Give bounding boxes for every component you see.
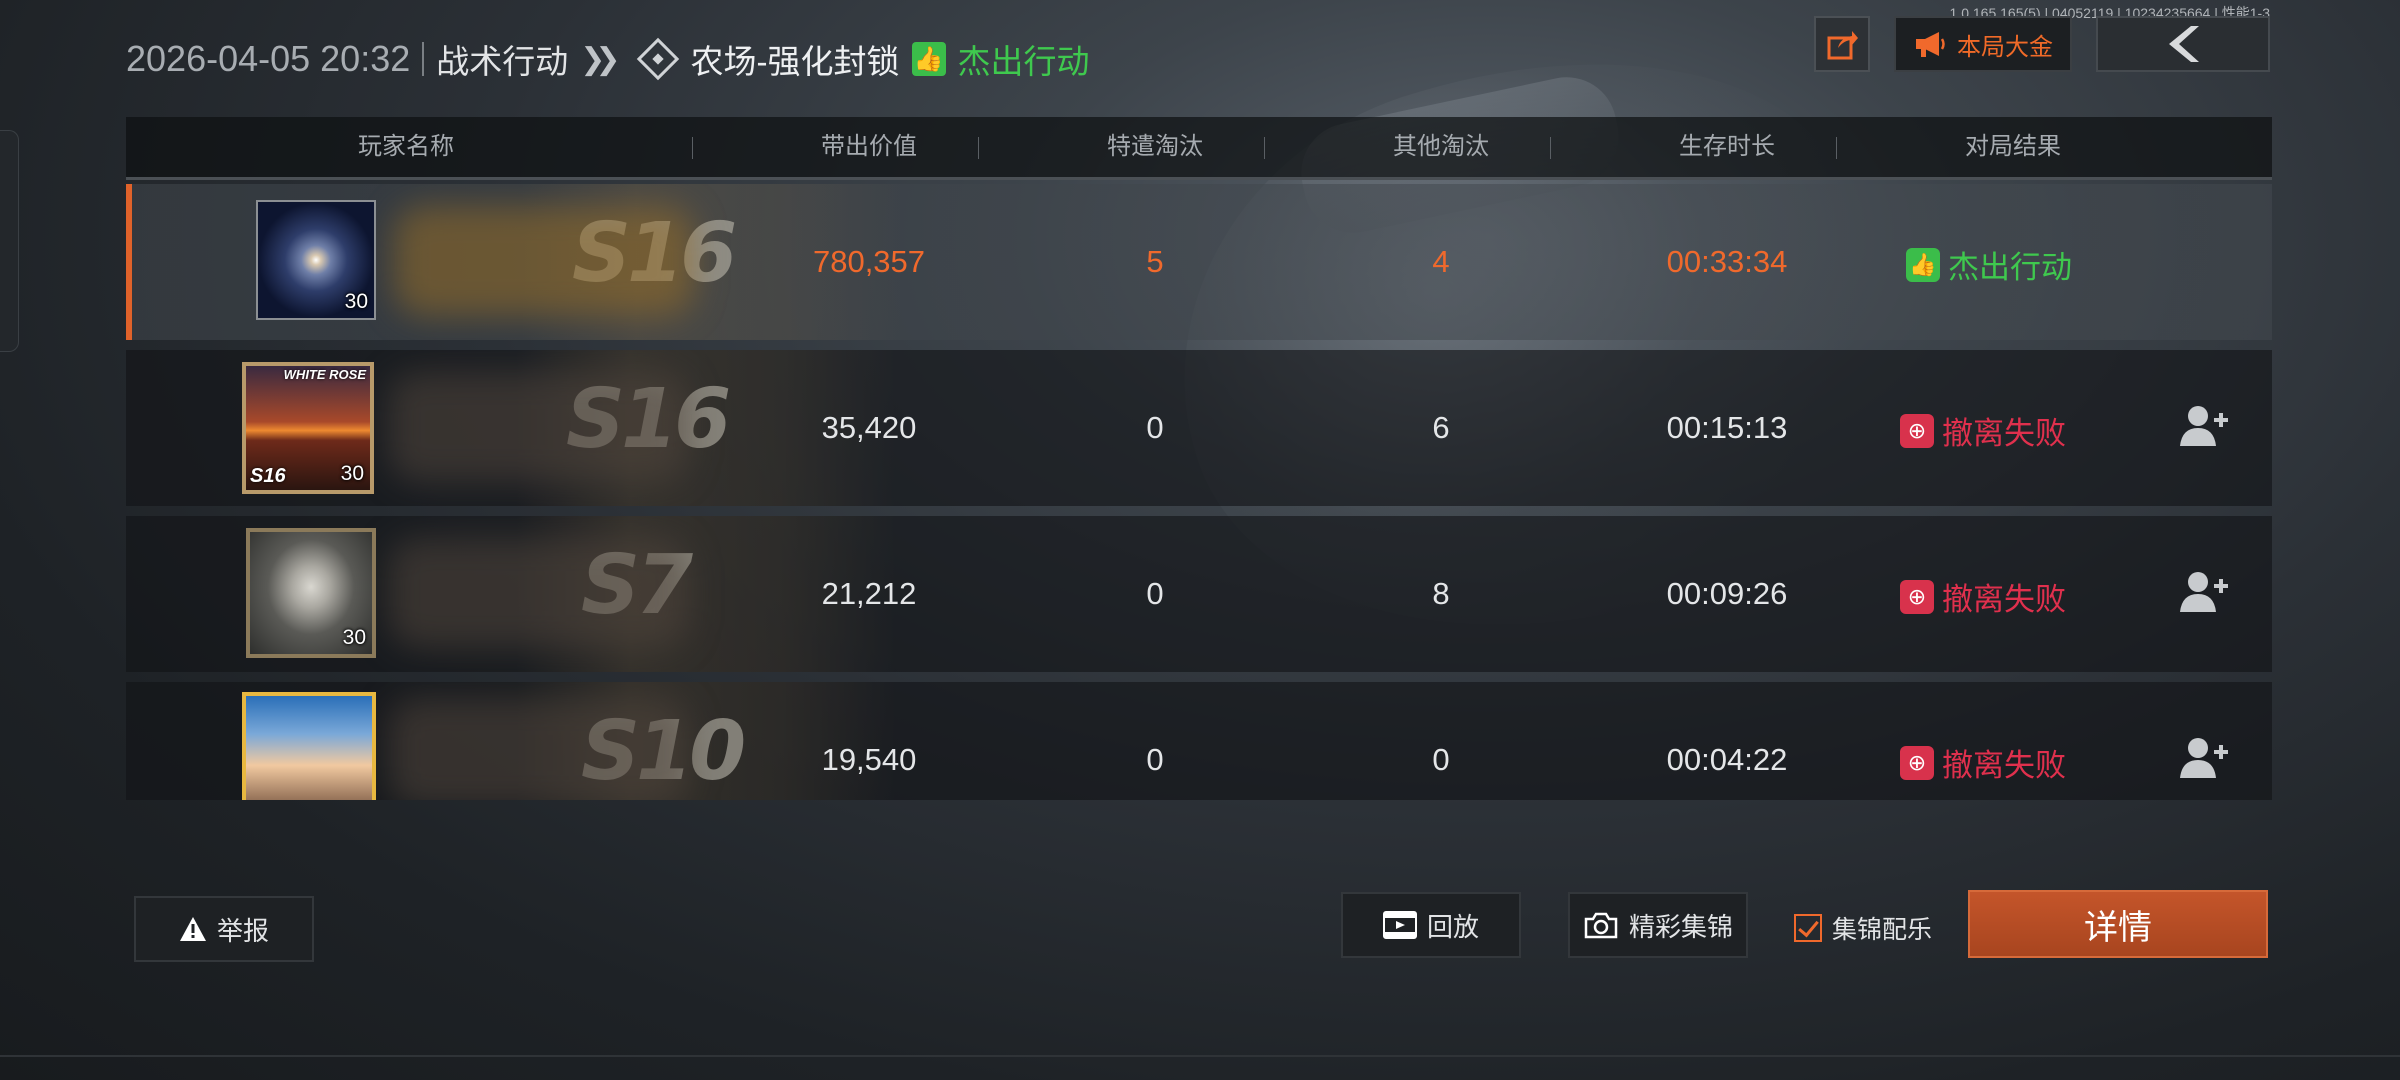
column-header-value: 带出价值 xyxy=(821,133,917,160)
row-result-label: 撤离失败 xyxy=(1942,416,2066,451)
row-result-label: 杰出行动 xyxy=(1948,250,2072,285)
replay-button[interactable]: 回放 xyxy=(1341,892,1521,958)
match-gold-button[interactable]: 本局大金 xyxy=(1894,16,2072,72)
match-result: 杰出行动 xyxy=(957,43,1090,80)
column-header-result: 对局结果 xyxy=(1965,133,2061,160)
column-divider xyxy=(1836,137,1837,159)
player-name-blurred xyxy=(388,698,688,800)
avatar[interactable]: 30 xyxy=(246,528,376,658)
map-diamond-icon xyxy=(636,37,679,81)
match-datetime: 2026-04-05 20:32 xyxy=(126,38,411,79)
row-result: ⊕ 撤离失败 xyxy=(1900,408,2066,453)
table-row[interactable]: S16 30 780,357 5 4 00:33:34 👍 杰出行动 xyxy=(126,184,2272,340)
avatar[interactable] xyxy=(242,692,376,800)
column-divider xyxy=(1264,137,1265,159)
highlights-button[interactable]: 精彩集锦 xyxy=(1568,892,1748,958)
column-header-player: 玩家名称 xyxy=(358,133,454,160)
player-level: 30 xyxy=(342,626,366,649)
bgm-label: 集锦配乐 xyxy=(1832,916,1933,944)
special-kills: 0 xyxy=(1146,742,1164,777)
table-row[interactable]: S7 30 21,212 0 8 00:09:26 ⊕ 撤离失败 xyxy=(126,516,2272,672)
thumbs-up-icon: 👍 xyxy=(1906,247,1940,282)
other-kills: 6 xyxy=(1432,410,1450,445)
special-kills: 0 xyxy=(1146,576,1164,611)
survival-time: 00:15:13 xyxy=(1666,410,1788,445)
row-result: ⊕ 撤离失败 xyxy=(1900,740,2066,785)
column-divider xyxy=(1550,137,1551,159)
special-kills: 5 xyxy=(1146,244,1164,279)
other-kills: 0 xyxy=(1432,742,1450,777)
avatar-season-tag: S16 xyxy=(250,465,286,487)
player-level: 30 xyxy=(340,462,364,485)
extracted-value: 780,357 xyxy=(812,244,926,279)
add-friend-icon[interactable] xyxy=(2176,400,2230,454)
share-button[interactable] xyxy=(1814,16,1870,72)
match-gold-label: 本局大金 xyxy=(1957,33,2053,61)
survival-time: 00:09:26 xyxy=(1666,576,1788,611)
other-kills: 8 xyxy=(1432,576,1450,611)
camera-icon xyxy=(1584,912,1618,939)
avatar[interactable]: WHITE ROSE S16 30 xyxy=(242,362,374,494)
add-friend-icon[interactable] xyxy=(2176,566,2230,620)
extracted-value: 21,212 xyxy=(821,576,917,611)
avatar[interactable]: 30 xyxy=(256,200,376,320)
extracted-value: 35,420 xyxy=(821,410,917,445)
survival-time: 00:33:34 xyxy=(1666,244,1788,279)
bgm-checkbox[interactable] xyxy=(1794,914,1822,942)
column-header-other-kills: 其他淘汰 xyxy=(1393,133,1489,160)
table-header: 玩家名称 带出价值 特遣淘汰 其他淘汰 生存时长 对局结果 xyxy=(126,117,2272,180)
report-label: 举报 xyxy=(216,915,269,946)
row-result-label: 撤离失败 xyxy=(1942,748,2066,783)
replay-label: 回放 xyxy=(1426,911,1479,942)
column-header-special-kills: 特遣淘汰 xyxy=(1107,133,1203,160)
column-divider xyxy=(978,137,979,159)
survival-time: 00:04:22 xyxy=(1666,742,1788,777)
report-button[interactable]: 举报 xyxy=(134,896,314,962)
side-drawer-handle[interactable] xyxy=(0,130,19,352)
row-result-label: 撤离失败 xyxy=(1942,582,2066,617)
details-button[interactable]: 详情 xyxy=(1968,890,2268,958)
share-icon xyxy=(1827,31,1858,60)
map-name: 农场-强化封锁 xyxy=(690,43,900,80)
warning-icon xyxy=(179,917,206,941)
extract-fail-icon: ⊕ xyxy=(1900,579,1934,614)
match-header: 2026-04-05 20:32 战术行动 ❯❯ 农场-强化封锁 👍 杰出行动 xyxy=(126,34,1090,84)
player-name-blurred xyxy=(394,206,694,316)
chevron-right-icon: ❯❯ xyxy=(580,42,620,76)
thumbs-up-icon: 👍 xyxy=(911,42,946,76)
game-mode: 战术行动 xyxy=(436,43,569,80)
column-divider xyxy=(692,137,693,159)
add-friend-icon[interactable] xyxy=(2176,732,2230,786)
row-result: ⊕ 撤离失败 xyxy=(1900,574,2066,619)
film-play-icon xyxy=(1382,911,1417,939)
row-result: 👍 杰出行动 xyxy=(1906,242,2072,287)
megaphone-icon xyxy=(1916,32,1945,57)
table-row[interactable]: S16 WHITE ROSE S16 30 35,420 0 6 00:15:1… xyxy=(126,350,2272,506)
header-divider xyxy=(422,42,425,76)
player-level: 30 xyxy=(344,290,368,313)
back-arrow-icon xyxy=(2169,26,2199,62)
avatar-brand-text: WHITE ROSE xyxy=(283,367,366,382)
extract-fail-icon: ⊕ xyxy=(1900,413,1934,448)
scoreboard-table: 玩家名称 带出价值 特遣淘汰 其他淘汰 生存时长 对局结果 S16 30 780… xyxy=(126,117,2272,800)
back-button[interactable] xyxy=(2096,16,2270,72)
column-header-survival-time: 生存时长 xyxy=(1679,133,1775,160)
extract-fail-icon: ⊕ xyxy=(1900,745,1934,780)
table-row[interactable]: S10 19,540 0 0 00:04:22 ⊕ 撤离失败 xyxy=(126,682,2272,800)
other-kills: 4 xyxy=(1432,244,1450,279)
bottom-divider xyxy=(0,1055,2400,1057)
extracted-value: 19,540 xyxy=(821,742,917,777)
special-kills: 0 xyxy=(1146,410,1164,445)
player-name-blurred xyxy=(388,538,688,648)
player-name-blurred xyxy=(388,372,688,482)
highlights-label: 精彩集锦 xyxy=(1628,911,1733,942)
highlight-music-toggle[interactable]: 集锦配乐 xyxy=(1794,910,1932,946)
